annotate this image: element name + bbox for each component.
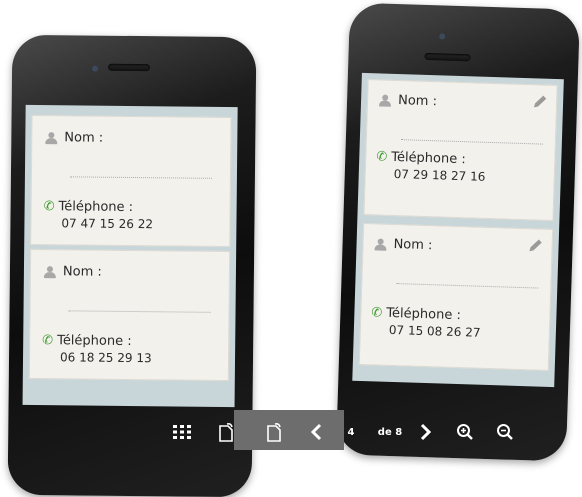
phone-number: 06 18 25 29 13 <box>59 350 152 366</box>
phone-label: Téléphone : <box>386 305 462 324</box>
contact-card[interactable]: Nom : ✆ Téléphone : 07 29 18 27 16 <box>363 79 558 221</box>
contact-card[interactable]: Nom : ✆ Téléphone : 07 47 15 26 22 <box>30 114 232 248</box>
edit-pencil-icon[interactable] <box>532 93 548 109</box>
page-turn-button[interactable] <box>262 410 286 454</box>
phone-number: 07 47 15 26 22 <box>61 216 154 232</box>
right-phone-screen: Nom : ✆ Téléphone : 07 29 18 27 16 Nom :… <box>352 72 564 388</box>
page-turn-button[interactable] <box>214 410 238 454</box>
previous-page-button[interactable] <box>306 410 326 454</box>
phone-label: Téléphone : <box>58 199 134 216</box>
name-label: Nom : <box>397 93 438 110</box>
page-turn-icon <box>267 423 281 442</box>
phone-number: 07 15 08 26 27 <box>388 322 481 340</box>
right-phone: Nom : ✆ Téléphone : 07 29 18 27 16 Nom :… <box>335 2 581 462</box>
chevron-left-icon <box>310 423 322 441</box>
name-label: Nom : <box>62 264 102 280</box>
zoom-out-button[interactable] <box>494 410 516 454</box>
speaker-grille <box>108 63 151 72</box>
zoom-in-icon <box>457 424 473 440</box>
grid-view-button[interactable] <box>170 410 194 454</box>
chevron-right-icon <box>420 423 432 441</box>
page-current: 4 <box>347 426 355 438</box>
person-icon <box>373 238 387 250</box>
page-total: de 8 <box>377 426 403 438</box>
name-label: Nom : <box>393 236 433 254</box>
phone-label: Téléphone : <box>390 149 466 168</box>
page-turn-icon <box>219 423 233 442</box>
person-icon <box>44 132 58 144</box>
name-field-line[interactable] <box>400 138 543 145</box>
name-field-line[interactable] <box>396 282 539 289</box>
phone-icon: ✆ <box>42 333 54 349</box>
contact-card[interactable]: Nom : ✆ Téléphone : 07 15 08 26 27 <box>358 223 554 371</box>
grid-icon <box>173 425 191 439</box>
person-icon <box>378 94 392 106</box>
left-phone-screen: Nom : ✆ Téléphone : 07 47 15 26 22 Nom :… <box>22 104 238 408</box>
name-field-line[interactable] <box>68 309 211 313</box>
phone-icon: ✆ <box>376 149 388 165</box>
name-field-line[interactable] <box>69 175 212 179</box>
front-camera <box>439 33 446 40</box>
front-camera <box>92 65 99 72</box>
phone-icon: ✆ <box>43 199 55 215</box>
phone-icon: ✆ <box>371 305 383 321</box>
phone-number: 07 29 18 27 16 <box>393 166 486 184</box>
phone-label: Téléphone : <box>57 333 132 350</box>
name-label: Nom : <box>64 130 104 146</box>
viewer-toolbar: 4 de 8 <box>170 410 558 454</box>
next-page-button[interactable] <box>416 410 436 454</box>
edit-pencil-icon[interactable] <box>527 237 543 253</box>
contact-card[interactable]: Nom : ✆ Téléphone : 06 18 25 29 13 <box>28 248 231 382</box>
zoom-out-icon <box>497 424 513 440</box>
zoom-in-button[interactable] <box>454 410 476 454</box>
person-icon <box>43 266 57 278</box>
speaker-grille <box>424 52 471 62</box>
